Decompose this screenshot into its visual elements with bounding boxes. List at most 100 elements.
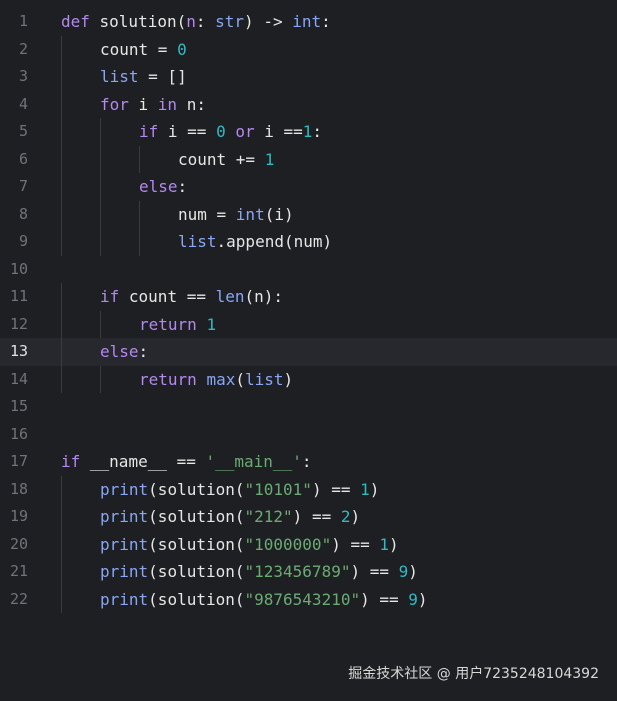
code-text: if i == 0 or i ==1:	[139, 118, 322, 146]
code-token: ) ==	[311, 479, 361, 499]
line-number: 1	[18, 12, 28, 30]
code-token: for	[100, 94, 139, 114]
code-line[interactable]: 8 num = int(i)	[0, 200, 617, 229]
code-token: in	[157, 94, 187, 114]
code-text: list.append(num)	[178, 228, 332, 256]
code-token: ) ==	[292, 507, 341, 526]
code-token: print	[100, 589, 149, 609]
line-number: 18	[9, 479, 28, 498]
code-token: 9	[398, 562, 409, 581]
code-token: "1000000"	[244, 534, 332, 554]
code-line[interactable]: 20 print(solution("1000000") == 1)	[0, 530, 617, 559]
code-token: 0	[177, 39, 187, 59]
code-token: ) ==	[360, 589, 409, 609]
code-line[interactable]: 12 return 1	[0, 310, 617, 339]
line-number: 5	[18, 122, 28, 140]
indent-guide	[100, 118, 101, 146]
code-token: (solution(	[148, 562, 245, 581]
code-line[interactable]: 13 else:	[0, 338, 617, 366]
line-number: 21	[9, 562, 28, 580]
code-line[interactable]: 19 print(solution("212") == 2)	[0, 503, 617, 531]
code-line[interactable]: 14 return max(list)	[0, 365, 617, 394]
code-token: count ==	[128, 287, 216, 306]
code-line[interactable]: 9 list.append(num)	[0, 228, 617, 256]
code-text: return max(list)	[139, 366, 293, 394]
indent-guide	[100, 145, 101, 173]
code-token: count =	[100, 39, 178, 59]
indent-guide	[61, 585, 62, 613]
code-token: len	[215, 287, 245, 306]
code-token: :	[321, 12, 331, 31]
indent-guide	[61, 283, 62, 311]
indent-guide	[139, 200, 140, 228]
line-number: 19	[9, 507, 28, 525]
code-token: str	[215, 12, 245, 31]
indent-guide	[61, 530, 62, 558]
code-token: int	[235, 204, 265, 224]
code-text: print(solution("10101") == 1)	[100, 476, 379, 504]
code-text: return 1	[139, 311, 216, 339]
code-line[interactable]: 11 if count == len(n):	[0, 283, 617, 311]
line-number: 12	[9, 314, 28, 333]
code-line[interactable]: 22 print(solution("9876543210") == 9)	[0, 585, 617, 614]
code-token: if	[100, 287, 129, 306]
code-text: print(solution("1000000") == 1)	[100, 531, 399, 559]
code-token: (	[235, 369, 245, 389]
indent-guide	[61, 90, 62, 118]
code-line[interactable]: 3 list = []	[0, 63, 617, 91]
code-line[interactable]: 6 count += 1	[0, 145, 617, 174]
code-token: 1	[206, 314, 217, 334]
code-text: print(solution("9876543210") == 9)	[100, 586, 428, 614]
code-token: or	[225, 122, 265, 141]
code-token: '__main__'	[205, 452, 302, 471]
code-token: 9	[408, 589, 418, 609]
code-text: count += 1	[178, 146, 274, 174]
code-text: else:	[139, 173, 187, 201]
code-token: (solution(	[148, 507, 245, 526]
line-number: 22	[9, 589, 28, 608]
code-token: (solution(	[148, 534, 245, 554]
line-number: 4	[18, 94, 28, 113]
indent-guide	[61, 118, 62, 146]
code-token: solution	[99, 12, 177, 31]
code-token: (solution(	[148, 589, 245, 609]
code-line[interactable]: 16	[0, 421, 617, 449]
code-token: )	[389, 534, 399, 554]
code-token: print	[100, 507, 149, 526]
code-line[interactable]: 1 def solution(n: str) -> int:	[0, 8, 617, 36]
line-number: 11	[9, 287, 28, 305]
code-token: :	[138, 342, 149, 361]
code-line[interactable]: 21 print(solution("123456789") == 9)	[0, 558, 617, 586]
code-line[interactable]: 2 count = 0	[0, 35, 617, 64]
code-token: i	[138, 94, 158, 114]
code-text: def solution(n: str) -> int:	[61, 8, 331, 36]
code-text: count = 0	[100, 36, 187, 64]
line-number: 2	[18, 39, 28, 58]
code-token: :	[177, 177, 188, 196]
line-number: 20	[9, 534, 28, 553]
code-text: else:	[100, 338, 148, 366]
code-editor[interactable]: 1 def solution(n: str) -> int: 2 count = 03…	[0, 8, 617, 613]
code-text: num = int(i)	[178, 201, 294, 229]
indent-guide	[61, 200, 62, 228]
code-token: print	[100, 534, 149, 554]
code-token: num =	[178, 204, 236, 224]
line-number: 13	[9, 342, 28, 360]
indent-guide	[61, 475, 62, 503]
code-token: )	[408, 562, 418, 581]
code-line[interactable]: 18 print(solution("10101") == 1)	[0, 475, 617, 504]
code-line[interactable]: 7 else:	[0, 173, 617, 201]
indent-guide	[100, 310, 101, 338]
code-line[interactable]: 10	[0, 256, 617, 284]
code-token: 0	[216, 122, 226, 141]
code-text: print(solution("123456789") == 9)	[100, 558, 418, 586]
code-line[interactable]: 17 if __name__ == '__main__':	[0, 448, 617, 476]
code-token: __name__ ==	[89, 452, 206, 471]
code-line[interactable]: 4 for i in n:	[0, 90, 617, 118]
code-token: else	[100, 342, 139, 361]
code-token: (i)	[264, 204, 294, 224]
code-text: if __name__ == '__main__':	[61, 448, 311, 476]
line-number: 8	[18, 204, 28, 223]
code-line[interactable]: 5 if i == 0 or i ==1:	[0, 118, 617, 146]
code-line[interactable]: 15	[0, 393, 617, 421]
